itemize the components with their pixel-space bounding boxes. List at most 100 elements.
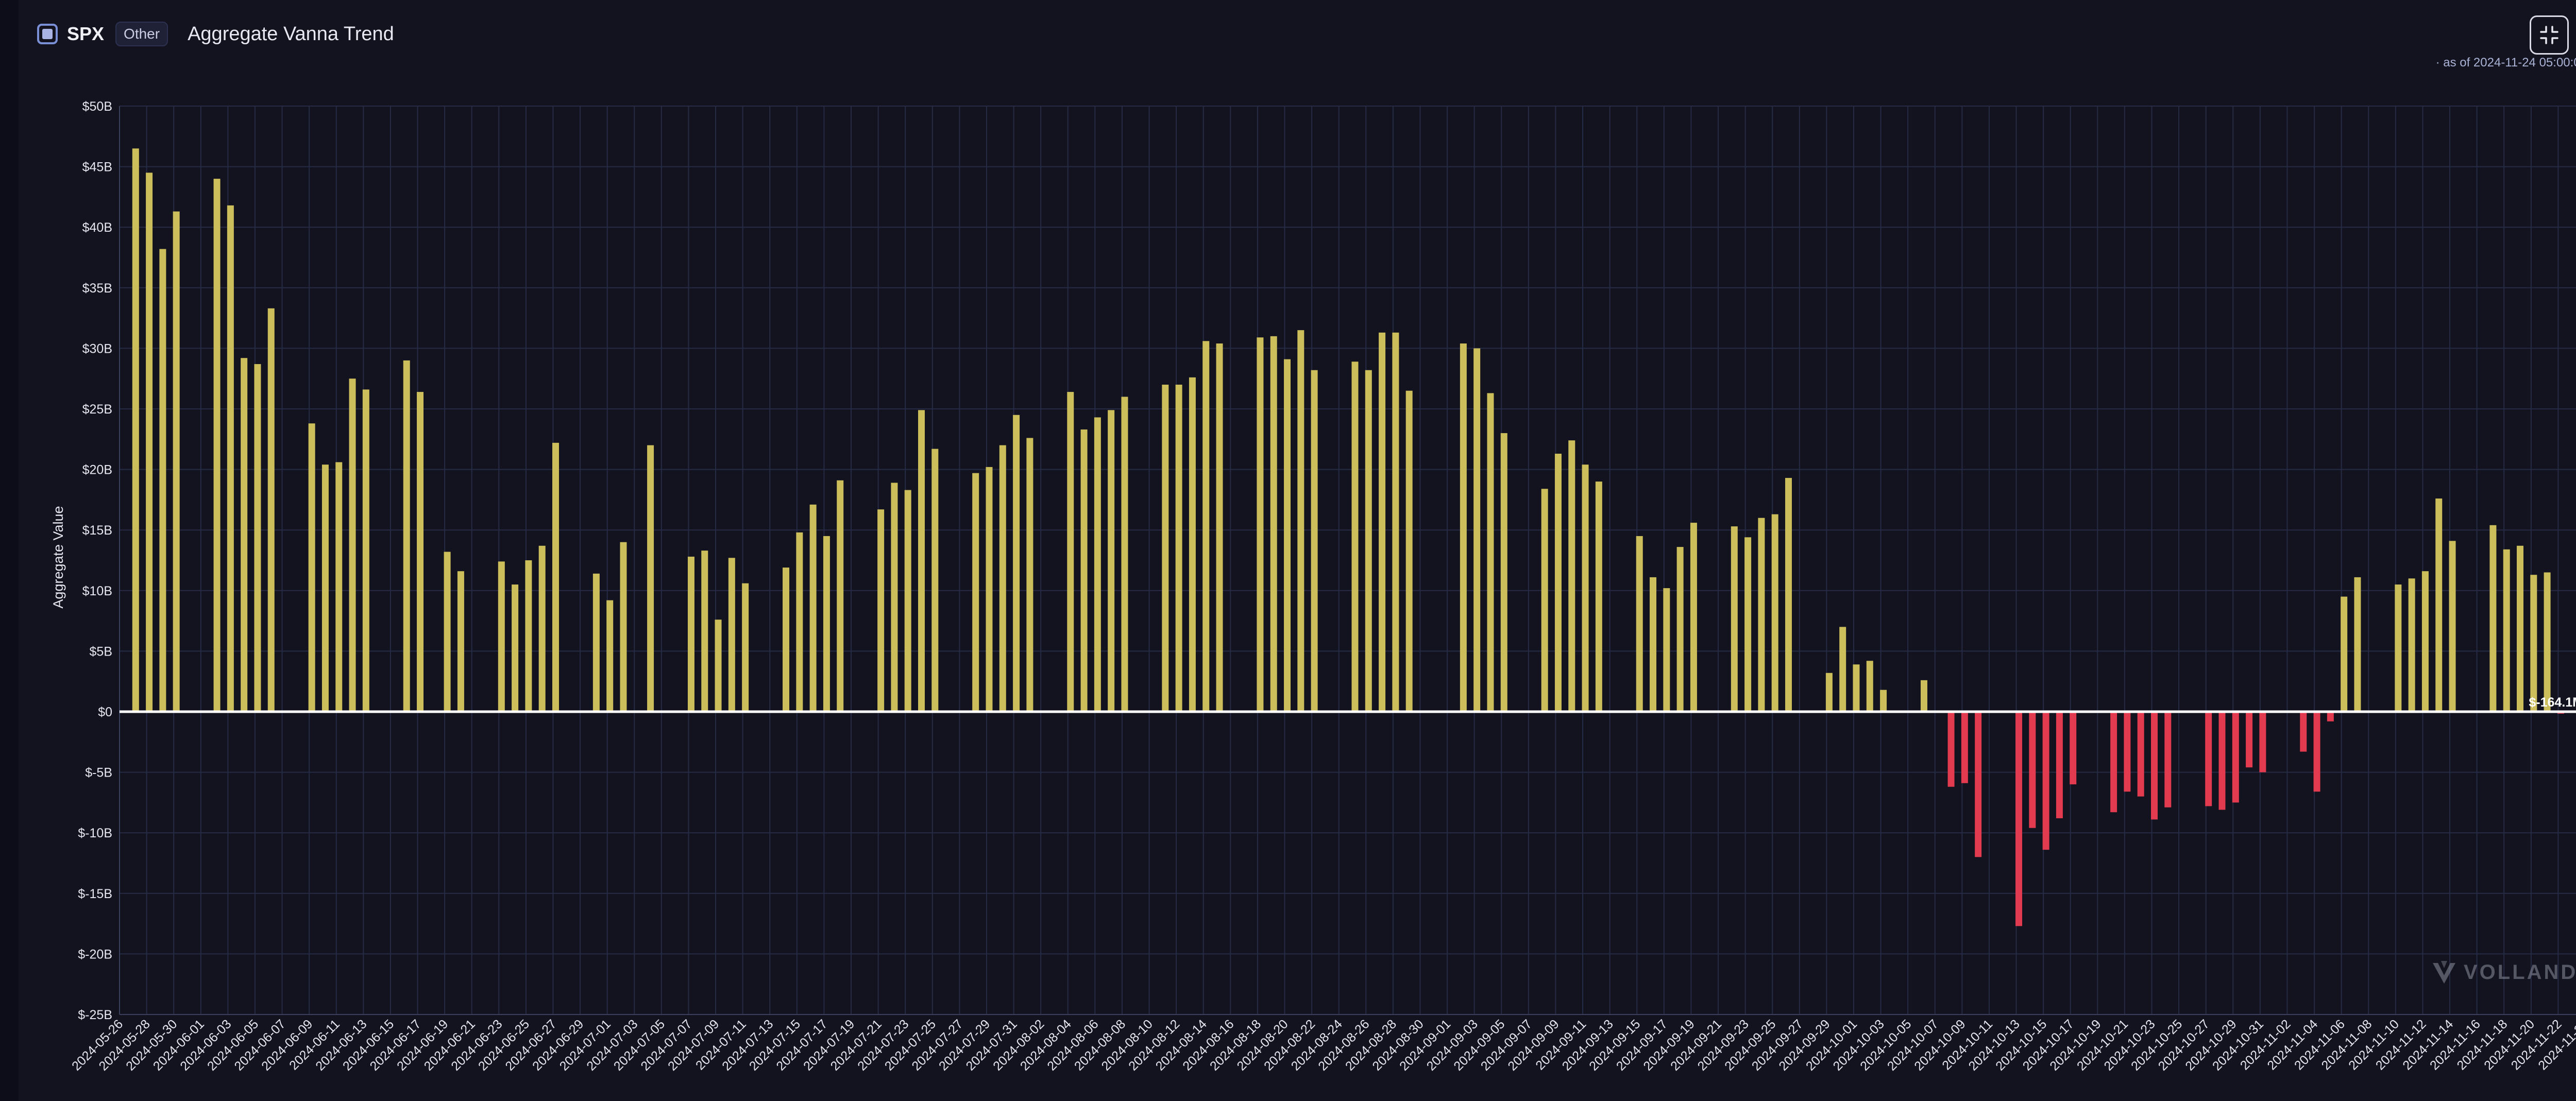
bar (1568, 440, 1575, 712)
bar (1731, 526, 1738, 712)
bar (1785, 478, 1792, 712)
last-value-label: $-164.1M (2529, 695, 2576, 710)
bar (2489, 525, 2497, 712)
bar (308, 423, 315, 712)
bar (2503, 549, 2510, 712)
bar (1500, 433, 1507, 712)
bar (1108, 410, 1115, 712)
bar (972, 473, 979, 712)
y-tick-label: $50B (82, 99, 112, 114)
bar (1853, 664, 1860, 712)
y-tick-label: $0 (98, 705, 112, 719)
y-tick-label: $-10B (78, 826, 112, 840)
bar (2327, 712, 2334, 721)
grid-lines (119, 106, 2576, 1015)
y-tick-label: $10B (82, 584, 112, 598)
bar (2164, 712, 2172, 807)
bar (1067, 392, 1074, 712)
bar (2421, 571, 2429, 712)
bar (1595, 481, 1602, 712)
bar (2232, 712, 2239, 803)
bar (2517, 545, 2524, 712)
y-tick-label: $-25B (78, 1008, 112, 1022)
bar (1961, 712, 1968, 783)
bar (1094, 417, 1101, 712)
bar (1541, 489, 1548, 712)
bar (1839, 627, 1846, 712)
bar (728, 558, 735, 712)
bar (1487, 393, 1494, 712)
bar (1202, 341, 1210, 712)
bar (742, 583, 749, 712)
bar (620, 542, 627, 712)
bar (321, 465, 329, 712)
bar (1690, 523, 1697, 712)
bar (417, 392, 424, 712)
bar (1216, 343, 1223, 712)
bar (2205, 712, 2212, 806)
bar (1162, 384, 1169, 712)
bar (1257, 337, 1264, 712)
bar (1744, 537, 1752, 712)
bar (1175, 384, 1182, 712)
bar (783, 567, 790, 712)
bar (1663, 588, 1670, 712)
bar (1880, 690, 1887, 712)
bar (1365, 370, 1372, 712)
bar (701, 550, 708, 712)
bar (1636, 536, 1643, 712)
bar (2042, 712, 2049, 850)
bar (809, 504, 817, 712)
bar (1460, 343, 1467, 712)
y-tick-label: $35B (82, 281, 112, 296)
bar (606, 600, 614, 712)
bar (2544, 572, 2551, 712)
bar (1405, 390, 1413, 712)
bar (335, 462, 343, 712)
bar (349, 379, 356, 712)
y-tick-label: $15B (82, 523, 112, 538)
bar (2029, 712, 2036, 828)
bar (1771, 514, 1778, 712)
bar (1284, 359, 1291, 712)
bar (444, 552, 451, 712)
bar (2354, 577, 2361, 712)
bar (891, 483, 898, 712)
bar (2137, 712, 2144, 797)
bar (877, 509, 885, 712)
bar (1379, 332, 1386, 712)
bar (1080, 429, 1088, 712)
bar (2313, 712, 2320, 792)
bar (2300, 712, 2307, 752)
bar (403, 360, 410, 712)
bar (837, 480, 844, 712)
bar (2151, 712, 2158, 820)
bar (1270, 336, 1277, 712)
bar (2070, 712, 2077, 785)
bar (904, 490, 911, 712)
bar (146, 173, 153, 712)
bar (1650, 577, 1657, 712)
bar (931, 449, 939, 712)
bar (538, 545, 546, 712)
bar (2015, 712, 2023, 926)
bar (159, 249, 166, 712)
bar (2449, 541, 2456, 712)
bar (2530, 575, 2537, 712)
bar-chart: $50B $45B $40B $35B $30B $25B $20B $15B $10B $5B $… (50, 99, 2576, 1074)
volland-logo-icon (2433, 961, 2455, 984)
y-tick-label: $40B (82, 220, 112, 235)
bar (552, 442, 559, 712)
bar (1121, 397, 1128, 712)
bar (1975, 712, 1982, 857)
bar (2246, 712, 2253, 768)
bar (2124, 712, 2131, 792)
bar (1947, 712, 1955, 787)
bar (1554, 454, 1562, 712)
y-tick-label: $5B (90, 644, 112, 659)
bar (1825, 673, 1833, 712)
bar (2056, 712, 2063, 818)
bar (512, 584, 519, 712)
bar (2259, 712, 2266, 772)
bar (241, 358, 248, 712)
